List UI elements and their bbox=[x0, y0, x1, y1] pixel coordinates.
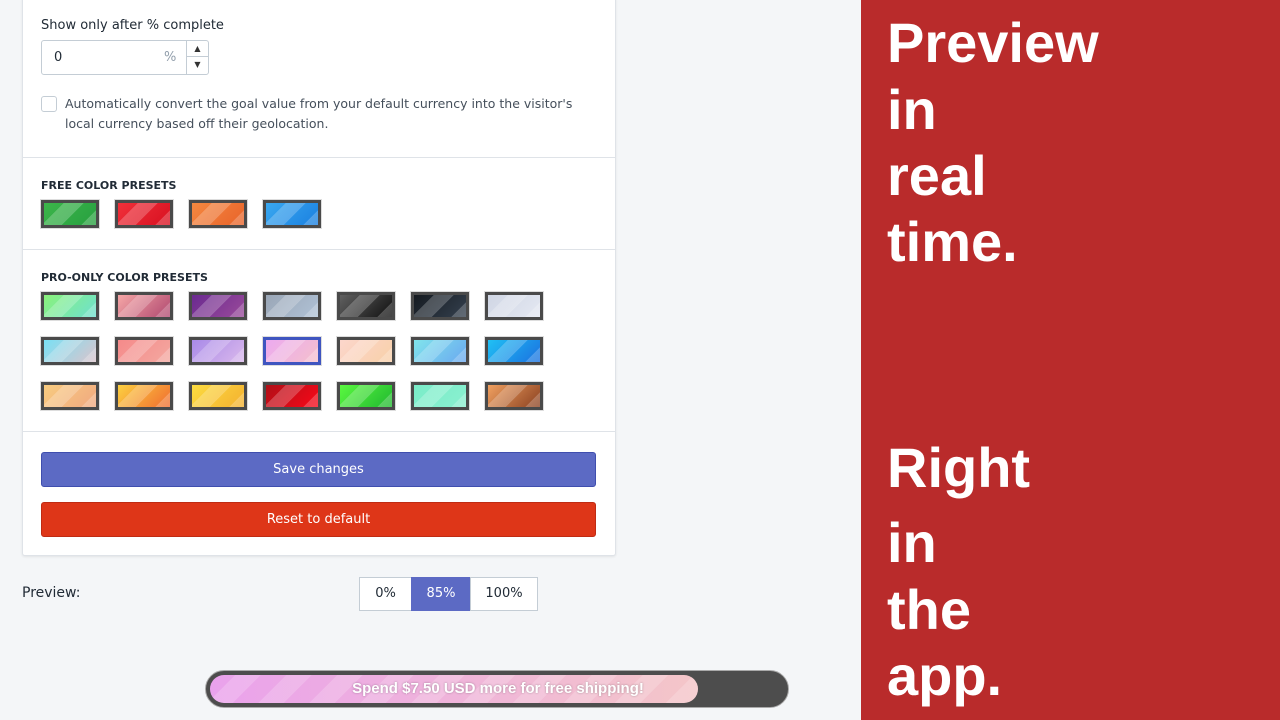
color-preset-swatch[interactable] bbox=[337, 382, 395, 410]
promo-panel: Preview in real time. Right in the app. bbox=[861, 0, 1280, 720]
color-preset-swatch[interactable] bbox=[115, 382, 173, 410]
preview-option-100[interactable]: 100% bbox=[470, 577, 538, 611]
preview-percent-toggle: 0% 85% 100% bbox=[359, 577, 538, 611]
color-preset-swatch[interactable] bbox=[41, 200, 99, 228]
color-preset-swatch[interactable] bbox=[115, 292, 173, 320]
color-preset-swatch[interactable] bbox=[41, 382, 99, 410]
promo-line: in bbox=[887, 511, 937, 574]
preview-option-85[interactable]: 85% bbox=[411, 577, 471, 611]
color-preset-swatch[interactable] bbox=[337, 337, 395, 365]
promo-line: time. bbox=[887, 210, 1018, 273]
color-preset-swatch[interactable] bbox=[189, 200, 247, 228]
divider bbox=[22, 431, 616, 432]
color-preset-swatch[interactable] bbox=[485, 337, 543, 365]
color-preset-swatch[interactable] bbox=[189, 382, 247, 410]
color-preset-swatch[interactable] bbox=[115, 337, 173, 365]
color-preset-swatch[interactable] bbox=[485, 292, 543, 320]
promo-line: Preview bbox=[887, 11, 1099, 74]
color-preset-swatch[interactable] bbox=[411, 292, 469, 320]
number-stepper[interactable]: ▲ ▼ bbox=[186, 41, 208, 74]
color-preset-swatch[interactable] bbox=[263, 382, 321, 410]
color-preset-swatch[interactable] bbox=[263, 337, 321, 365]
stepper-up-icon[interactable]: ▲ bbox=[187, 41, 208, 57]
color-preset-swatch[interactable] bbox=[411, 337, 469, 365]
promo-line: in bbox=[887, 78, 937, 141]
promo-line: the bbox=[887, 578, 971, 641]
color-preset-swatch[interactable] bbox=[41, 292, 99, 320]
stepper-down-icon[interactable]: ▼ bbox=[187, 57, 208, 73]
color-preset-swatch[interactable] bbox=[485, 382, 543, 410]
show-after-value[interactable]: 0 bbox=[54, 50, 62, 65]
show-after-label: Show only after % complete bbox=[41, 18, 224, 33]
progress-message: Spend $7.50 USD more for free shipping! bbox=[352, 680, 644, 697]
preview-label: Preview: bbox=[22, 585, 81, 601]
convert-currency-label: Automatically convert the goal value fro… bbox=[65, 96, 573, 131]
divider bbox=[22, 157, 616, 158]
color-preset-swatch[interactable] bbox=[189, 292, 247, 320]
save-changes-button[interactable]: Save changes bbox=[41, 452, 596, 487]
free-presets-title: FREE COLOR PRESETS bbox=[41, 179, 177, 192]
color-preset-swatch[interactable] bbox=[189, 337, 247, 365]
preview-option-0[interactable]: 0% bbox=[359, 577, 412, 611]
percent-suffix: % bbox=[164, 50, 177, 65]
convert-currency-checkbox[interactable] bbox=[41, 96, 57, 112]
promo-line: app. bbox=[887, 644, 1003, 707]
pro-presets-title: PRO-ONLY COLOR PRESETS bbox=[41, 271, 208, 284]
color-preset-swatch[interactable] bbox=[41, 337, 99, 365]
color-preset-swatch[interactable] bbox=[411, 382, 469, 410]
color-preset-swatch[interactable] bbox=[115, 200, 173, 228]
divider bbox=[22, 249, 616, 250]
color-preset-swatch[interactable] bbox=[337, 292, 395, 320]
color-preset-swatch[interactable] bbox=[263, 200, 321, 228]
show-after-input[interactable]: 0 % ▲ ▼ bbox=[41, 40, 209, 75]
reset-to-default-button[interactable]: Reset to default bbox=[41, 502, 596, 537]
promo-line: Right bbox=[887, 436, 1031, 499]
free-shipping-progress-bar: Spend $7.50 USD more for free shipping! bbox=[205, 670, 789, 708]
color-preset-swatch[interactable] bbox=[263, 292, 321, 320]
promo-line: real bbox=[887, 144, 987, 207]
